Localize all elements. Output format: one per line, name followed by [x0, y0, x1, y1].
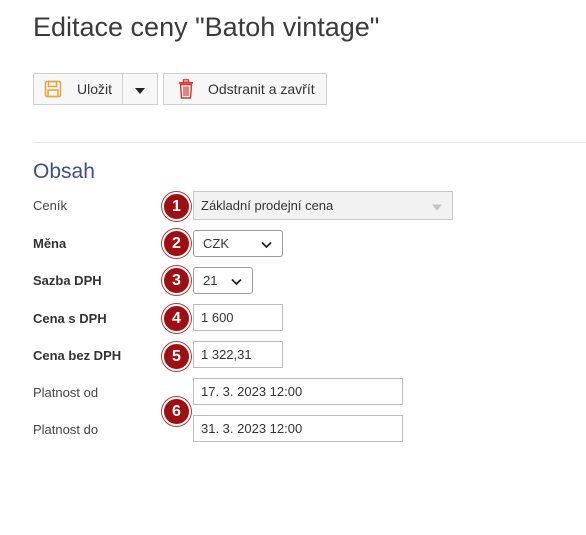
- price-with-vat-input[interactable]: 1 600: [193, 304, 283, 331]
- save-button-label: Uložit: [77, 81, 113, 97]
- pricelist-label: Ceník: [33, 198, 67, 213]
- caret-down-icon: [432, 198, 442, 213]
- valid-to-label: Platnost do: [33, 422, 99, 437]
- valid-to-input[interactable]: 31. 3. 2023 12:00: [193, 415, 403, 442]
- valid-to-value: 31. 3. 2023 12:00: [201, 421, 303, 436]
- price-without-vat-label: Cena bez DPH: [33, 348, 122, 363]
- caret-down-icon: [135, 81, 145, 97]
- chevron-down-icon: [261, 236, 272, 251]
- save-button[interactable]: Uložit: [34, 74, 123, 104]
- valid-from-label: Platnost od: [33, 385, 99, 400]
- price-without-vat-input[interactable]: 1 322,31: [193, 341, 283, 368]
- floppy-disk-icon: [43, 79, 63, 99]
- price-with-vat-label: Cena s DPH: [33, 311, 107, 326]
- step-badge-3: 3: [162, 266, 191, 295]
- vat-rate-value: 21: [203, 273, 218, 288]
- currency-value: CZK: [203, 236, 229, 251]
- step-badge-1: 1: [162, 192, 191, 221]
- price-with-vat-value: 1 600: [201, 310, 234, 325]
- step-badge-6: 6: [162, 397, 191, 426]
- valid-from-value: 17. 3. 2023 12:00: [201, 384, 303, 399]
- pricelist-select[interactable]: Základní prodejní cena: [193, 191, 453, 220]
- price-without-vat-value: 1 322,31: [201, 347, 252, 362]
- page-title: Editace ceny "Batoh vintage": [33, 12, 380, 42]
- pricelist-value: Základní prodejní cena: [201, 198, 334, 213]
- currency-label: Měna: [33, 236, 67, 251]
- delete-button-group: Odstranit a zavřít: [163, 73, 327, 105]
- step-badge-5: 5: [162, 342, 191, 371]
- step-badge-2: 2: [162, 229, 191, 258]
- delete-and-close-button[interactable]: Odstranit a zavřít: [164, 74, 326, 104]
- step-badge-4: 4: [162, 304, 191, 333]
- trash-icon: [176, 79, 196, 99]
- vat-rate-select[interactable]: 21: [193, 267, 253, 294]
- chevron-down-icon: [231, 273, 242, 288]
- save-options-dropdown[interactable]: [123, 74, 157, 104]
- vat-rate-label: Sazba DPH: [33, 273, 102, 288]
- divider: [33, 142, 586, 143]
- section-title: Obsah: [33, 160, 95, 183]
- save-button-group: Uložit: [33, 73, 158, 105]
- currency-select[interactable]: CZK: [193, 230, 283, 257]
- delete-button-label: Odstranit a zavřít: [208, 81, 315, 97]
- valid-from-input[interactable]: 17. 3. 2023 12:00: [193, 378, 403, 405]
